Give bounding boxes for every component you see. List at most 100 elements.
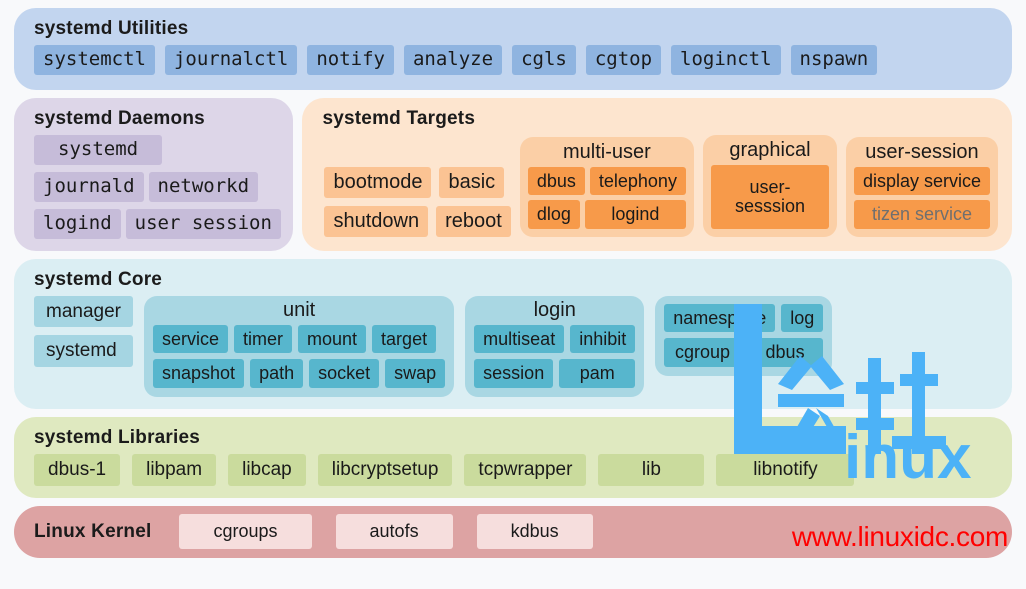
unit-row-1: service timer mount target bbox=[153, 324, 445, 354]
system-row-1: namespace log bbox=[664, 303, 824, 333]
user-session-row-1: display service bbox=[853, 166, 990, 196]
unit-path[interactable]: path bbox=[250, 359, 304, 388]
unit-target[interactable]: target bbox=[372, 324, 437, 354]
library-libnotify[interactable]: libnotify bbox=[716, 453, 855, 486]
middle-row: systemd Daemons systemd journald network… bbox=[14, 98, 1012, 251]
library-tcpwrapper[interactable]: tcpwrapper bbox=[464, 453, 587, 486]
target-group-label-user-session: user-session bbox=[865, 140, 979, 163]
layer-title-daemons: systemd Daemons bbox=[34, 108, 205, 129]
utility-loginctl[interactable]: loginctl bbox=[671, 45, 781, 75]
layer-systemd-core: systemd Core manager systemd unit servic… bbox=[14, 258, 1012, 409]
daemon-networkd[interactable]: networkd bbox=[148, 171, 259, 202]
daemons-row-2: journald networkd bbox=[34, 171, 293, 202]
unit-mount[interactable]: mount bbox=[298, 324, 367, 354]
target-basic[interactable]: basic bbox=[439, 167, 505, 198]
layer-title-targets: systemd Targets bbox=[322, 108, 476, 129]
core-group-login: login multiseat inhibit session pam bbox=[465, 295, 645, 397]
utility-nspawn[interactable]: nspawn bbox=[790, 45, 878, 75]
utility-cgls[interactable]: cgls bbox=[512, 45, 576, 75]
multi-user-row-2: dlog logind bbox=[527, 200, 686, 229]
utility-notify[interactable]: notify bbox=[307, 45, 394, 75]
daemons-row-3: logind user session bbox=[34, 208, 293, 239]
kernel-kdbus[interactable]: kdbus bbox=[476, 514, 593, 550]
target-group-label-graphical: graphical bbox=[729, 139, 811, 161]
core-namespace[interactable]: namespace bbox=[664, 303, 776, 333]
targets-plain-grid: bootmode basic shutdown reboot bbox=[324, 167, 511, 237]
layer-title-core: systemd Core bbox=[34, 268, 163, 290]
kernel-chip-row: cgroups autofs kdbus bbox=[179, 514, 593, 550]
core-content: manager systemd unit service timer mount… bbox=[14, 295, 1012, 397]
core-dbus[interactable]: dbus bbox=[746, 338, 824, 367]
unit-socket[interactable]: socket bbox=[309, 359, 380, 388]
login-session[interactable]: session bbox=[474, 359, 554, 388]
multi-user-grid: dbus telephony dlog logind bbox=[527, 166, 686, 229]
daemon-logind[interactable]: logind bbox=[34, 208, 121, 239]
user-session-grid: display service tizen service bbox=[853, 166, 990, 229]
core-cgroup[interactable]: cgroup bbox=[664, 338, 741, 367]
target-group-multi-user: multi-user dbus telephony dlog logind bbox=[519, 136, 694, 237]
target-tizen-service[interactable]: tizen service bbox=[853, 200, 990, 229]
core-plain-column: manager systemd bbox=[34, 295, 133, 368]
kernel-autofs[interactable]: autofs bbox=[335, 514, 453, 550]
libraries-chip-row: dbus-1 libpam libcap libcryptsetup tcpwr… bbox=[14, 453, 1012, 486]
daemon-user-session[interactable]: user session bbox=[125, 208, 281, 239]
daemon-systemd[interactable]: systemd bbox=[34, 135, 163, 165]
utility-cgtop[interactable]: cgtop bbox=[585, 45, 662, 75]
graphical-grid: user-sesssion bbox=[710, 165, 829, 229]
core-group-label-unit: unit bbox=[282, 298, 316, 321]
core-group-unit: unit service timer mount target snapshot… bbox=[144, 295, 455, 397]
daemons-chip-grid: systemd journald networkd logind user se… bbox=[14, 135, 293, 239]
target-display-service[interactable]: display service bbox=[853, 166, 990, 196]
login-multiseat[interactable]: multiseat bbox=[474, 324, 565, 354]
unit-timer[interactable]: timer bbox=[234, 324, 293, 354]
utility-journalctl[interactable]: journalctl bbox=[164, 45, 298, 75]
target-user-sesssion[interactable]: user-sesssion bbox=[710, 165, 829, 229]
user-session-row-2: tizen service bbox=[853, 200, 990, 229]
core-systemd[interactable]: systemd bbox=[34, 335, 133, 368]
daemons-row-1: systemd bbox=[34, 135, 293, 165]
target-dlog[interactable]: dlog bbox=[527, 200, 580, 229]
daemon-journald[interactable]: journald bbox=[34, 171, 144, 202]
targets-plain-row-2: shutdown reboot bbox=[324, 206, 511, 237]
target-telephony[interactable]: telephony bbox=[589, 166, 686, 196]
unit-snapshot[interactable]: snapshot bbox=[153, 359, 245, 388]
utilities-chip-row: systemctl journalctl notify analyze cgls… bbox=[14, 45, 1012, 75]
login-inhibit[interactable]: inhibit bbox=[570, 324, 636, 354]
target-dbus[interactable]: dbus bbox=[527, 166, 585, 196]
target-reboot[interactable]: reboot bbox=[436, 206, 511, 237]
layer-title-utilities: systemd Utilities bbox=[34, 18, 189, 39]
target-logind[interactable]: logind bbox=[584, 200, 686, 229]
core-group-system: namespace log cgroup dbus bbox=[655, 295, 833, 376]
login-pam[interactable]: pam bbox=[559, 359, 636, 388]
library-libcap[interactable]: libcap bbox=[228, 453, 306, 486]
system-grid: namespace log cgroup dbus bbox=[664, 303, 824, 367]
target-bootmode[interactable]: bootmode bbox=[324, 167, 432, 198]
diagram-canvas: systemd Utilities systemctl journalctl n… bbox=[0, 0, 1026, 589]
target-group-label-multi-user: multi-user bbox=[562, 140, 651, 163]
utility-systemctl[interactable]: systemctl bbox=[34, 45, 155, 75]
utility-analyze[interactable]: analyze bbox=[403, 45, 503, 75]
system-row-2: cgroup dbus bbox=[664, 338, 824, 367]
library-lib[interactable]: lib bbox=[598, 453, 705, 486]
layer-systemd-daemons: systemd Daemons systemd journald network… bbox=[14, 98, 294, 251]
core-manager[interactable]: manager bbox=[34, 295, 133, 328]
kernel-cgroups[interactable]: cgroups bbox=[179, 514, 312, 550]
graphical-row-1: user-sesssion bbox=[710, 165, 829, 229]
layer-title-kernel: Linux Kernel bbox=[34, 521, 152, 543]
layer-systemd-libraries: systemd Libraries dbus-1 libpam libcap l… bbox=[14, 416, 1012, 498]
core-log[interactable]: log bbox=[781, 303, 824, 333]
unit-grid: service timer mount target snapshot path… bbox=[153, 324, 446, 388]
library-dbus-1[interactable]: dbus-1 bbox=[34, 453, 121, 486]
login-row-2: session pam bbox=[474, 359, 636, 388]
target-shutdown[interactable]: shutdown bbox=[324, 206, 429, 237]
target-group-user-session: user-session display service tizen servi… bbox=[845, 136, 998, 237]
unit-row-2: snapshot path socket swap bbox=[153, 359, 446, 388]
target-group-graphical: graphical user-sesssion bbox=[702, 135, 837, 237]
library-libcryptsetup[interactable]: libcryptsetup bbox=[317, 453, 453, 486]
library-libpam[interactable]: libpam bbox=[132, 453, 217, 486]
layer-title-libraries: systemd Libraries bbox=[34, 426, 201, 448]
layer-systemd-targets: systemd Targets bootmode basic shutdown … bbox=[302, 98, 1012, 251]
unit-swap[interactable]: swap bbox=[385, 359, 446, 388]
core-group-label-login: login bbox=[533, 298, 576, 321]
unit-service[interactable]: service bbox=[153, 324, 229, 354]
